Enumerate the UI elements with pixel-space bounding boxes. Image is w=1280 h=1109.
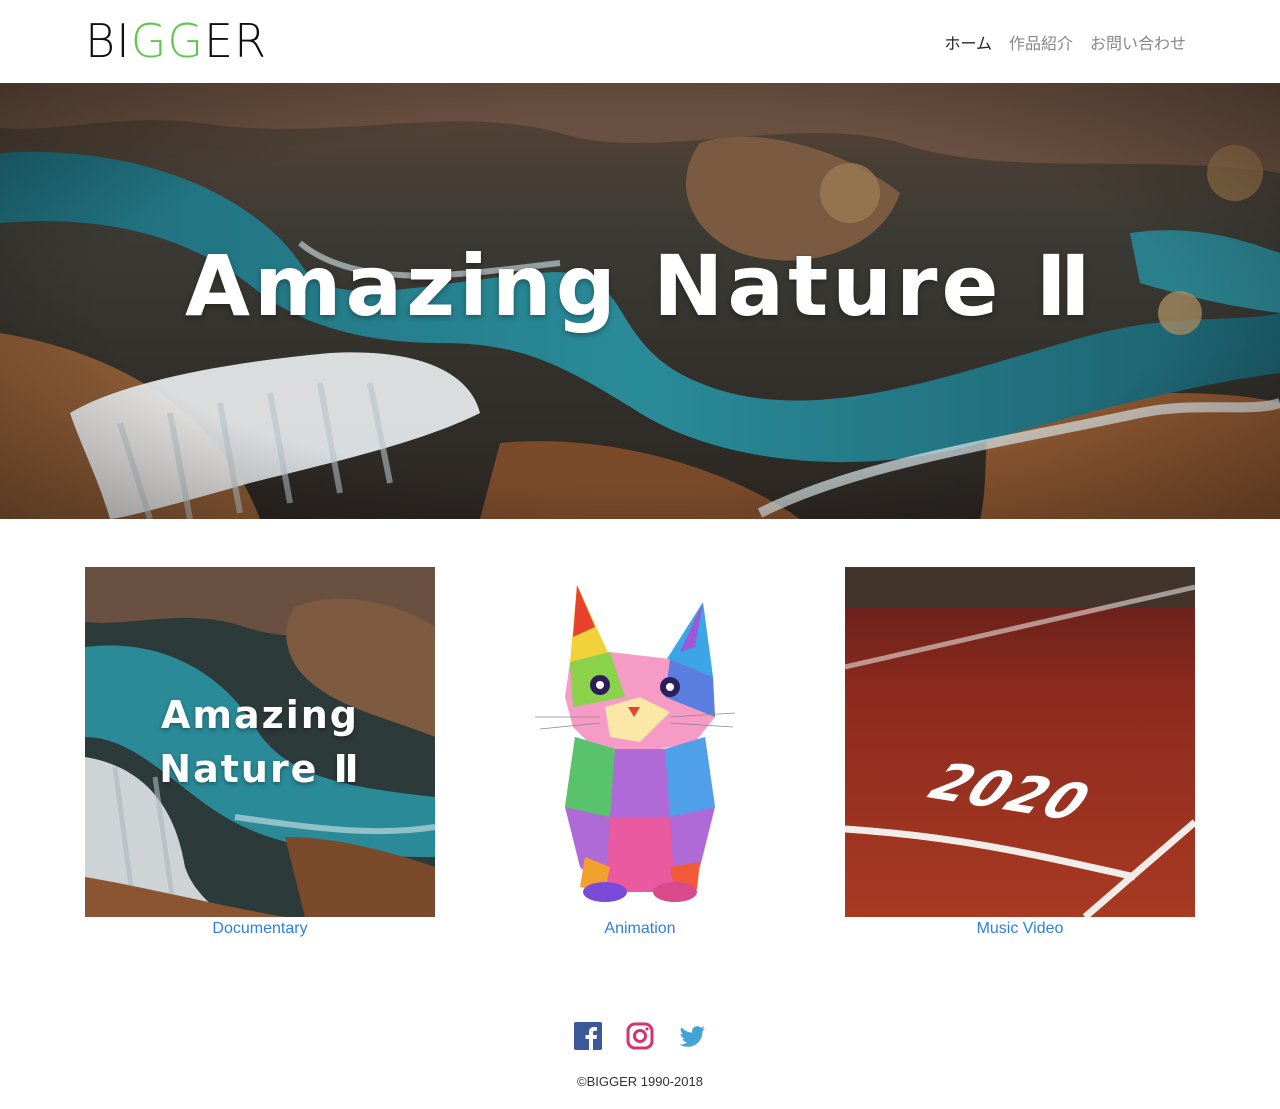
animation-thumbnail[interactable]: [465, 567, 815, 917]
documentary-thumb-title: Amazing Nature Ⅱ: [85, 567, 435, 917]
logo-letter: G: [130, 14, 168, 68]
site-logo[interactable]: B I G G E R: [85, 14, 268, 68]
logo-letter: E: [204, 14, 235, 68]
thumb-title-line: Nature Ⅱ: [159, 747, 361, 791]
twitter-icon[interactable]: [677, 1021, 707, 1051]
documentary-thumbnail[interactable]: Amazing Nature Ⅱ: [85, 567, 435, 917]
nav-contact-link[interactable]: お問い合わせ: [1090, 30, 1186, 54]
nav-home-link[interactable]: ホーム: [944, 30, 992, 54]
colorful-cat-image: [465, 567, 815, 917]
copyright-text: ©BIGGER 1990-2018: [577, 1074, 703, 1089]
logo-letter: G: [167, 14, 205, 68]
logo-letter: R: [234, 14, 268, 68]
music-video-link[interactable]: Music Video: [845, 920, 1195, 938]
site-header: B I G G E R ホーム 作品紹介 お問い合わせ: [0, 0, 1280, 83]
thumb-title-line: Amazing: [160, 693, 360, 737]
running-track-image: [845, 567, 1195, 917]
documentary-link[interactable]: Documentary: [85, 920, 435, 938]
logo-letter: B: [85, 14, 117, 68]
nav-works-link[interactable]: 作品紹介: [1009, 30, 1073, 54]
hero-banner: Amazing Nature Ⅱ: [0, 83, 1280, 519]
main-nav: ホーム 作品紹介 お問い合わせ: [944, 30, 1186, 54]
music-video-thumbnail[interactable]: 2020: [845, 567, 1195, 917]
work-card-music-video: 2020 Music Video: [845, 567, 1195, 938]
logo-letter: I: [116, 14, 131, 68]
work-card-animation: Animation: [465, 567, 815, 938]
social-links: [0, 1021, 1280, 1051]
hero-title: Amazing Nature Ⅱ: [185, 237, 1095, 335]
work-card-documentary: Amazing Nature Ⅱ Documentary: [85, 567, 435, 938]
facebook-icon[interactable]: [573, 1021, 603, 1051]
animation-link[interactable]: Animation: [465, 920, 815, 938]
instagram-icon[interactable]: [625, 1021, 655, 1051]
